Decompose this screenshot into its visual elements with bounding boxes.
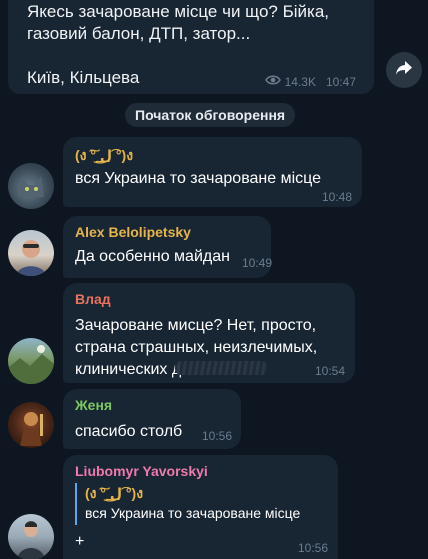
redaction-scribble: [175, 361, 267, 375]
comment-author[interactable]: Liubomyr Yavorskyi: [75, 463, 208, 479]
comment-time: 10:56: [297, 541, 328, 555]
comment-author[interactable]: Женя: [75, 397, 112, 413]
avatar[interactable]: [8, 230, 54, 276]
avatar[interactable]: [8, 163, 54, 209]
comment-text: Да особенно майдан: [75, 248, 230, 265]
comment-text: спасибо столб: [75, 423, 183, 440]
comment-author[interactable]: Alex Belolipetsky: [75, 224, 191, 240]
share-arrow-icon: [395, 60, 413, 81]
comment-bubble[interactable]: Влад Зачароване мисце? Нет, просто, стра…: [63, 283, 355, 383]
discussion-start-label: Початок обговорення: [125, 103, 296, 127]
avatar[interactable]: [8, 514, 54, 559]
reply-quote[interactable]: (ง ͠° ͟ل͜ ͡°)ง вся Украина то зачароване…: [75, 483, 335, 525]
post-meta: 14.3K 10:47: [264, 74, 356, 89]
share-button[interactable]: [386, 52, 422, 88]
views-count: 14.3K: [284, 74, 316, 89]
comment-text: вся Украина то зачароване місце: [75, 170, 322, 187]
avatar[interactable]: [8, 338, 54, 384]
comment-bubble[interactable]: (ง ͠° ͟ل͜ ͡°)ง вся Украина то зачароване…: [63, 137, 362, 207]
comment-time: 10:48: [321, 190, 352, 204]
comment-bubble[interactable]: Alex Belolipetsky Да особенно майдан 10:…: [63, 216, 273, 278]
quote-text: вся Украина то зачароване місце: [85, 505, 301, 521]
comment-author[interactable]: Влад: [75, 291, 111, 307]
comment-time: 10:54: [314, 364, 345, 378]
comment-bubble[interactable]: Liubomyr Yavorskyi (ง ͠° ͟ل͜ ͡°)ง вся Ук…: [63, 455, 338, 559]
views-icon: [264, 74, 281, 89]
comment-text: +: [75, 533, 85, 550]
comment-bubble[interactable]: Женя спасибо столб 10:56: [63, 389, 241, 449]
avatar[interactable]: [8, 402, 54, 448]
comment-time: 10:49: [242, 256, 273, 270]
comment-time: 10:56: [202, 429, 233, 443]
channel-post: Якесь зачароване місце чи що? Бійка, газ…: [8, 0, 374, 94]
comment-author[interactable]: (ง ͠° ͟ل͜ ͡°)ง: [75, 145, 133, 167]
quote-author: (ง ͠° ͟ل͜ ͡°)ง: [85, 485, 144, 501]
post-time: 10:47: [325, 74, 356, 89]
